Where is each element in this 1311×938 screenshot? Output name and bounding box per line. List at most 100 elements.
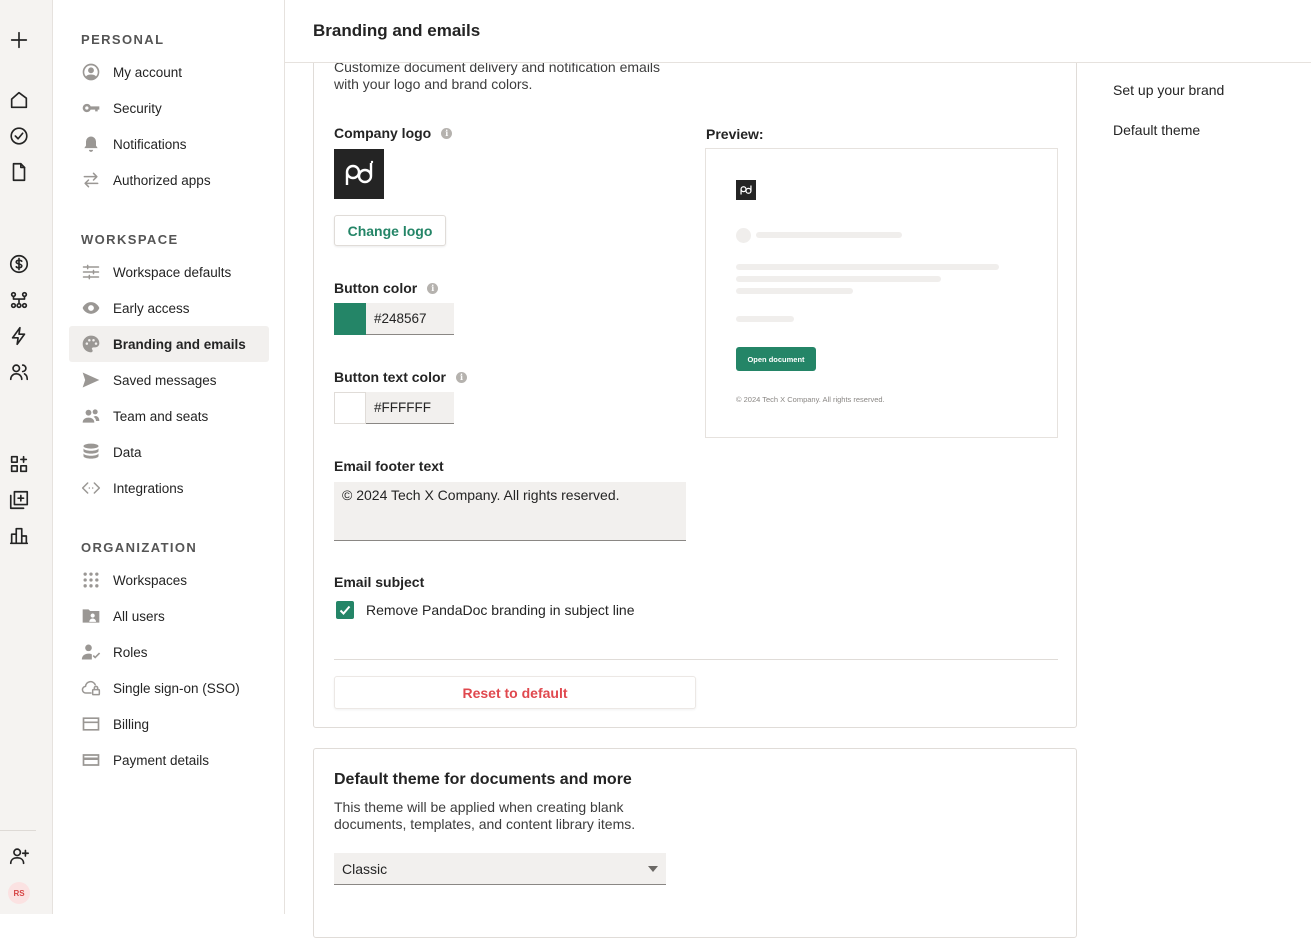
arrows-swap-icon bbox=[81, 170, 101, 190]
palette-icon bbox=[81, 334, 101, 354]
nav-item-label: Single sign-on (SSO) bbox=[113, 680, 240, 696]
app-rail: RS bbox=[0, 0, 53, 914]
email-footer-textarea[interactable]: © 2024 Tech X Company. All rights reserv… bbox=[334, 482, 686, 541]
info-icon[interactable]: i bbox=[456, 371, 467, 383]
button-text-color-swatch[interactable] bbox=[334, 392, 366, 424]
nav-item-sso[interactable]: Single sign-on (SSO) bbox=[69, 670, 269, 706]
nav-item-label: Notifications bbox=[113, 136, 187, 152]
button-text-color-label: Button text color i bbox=[334, 369, 467, 385]
rail-divider bbox=[0, 830, 36, 831]
preview-skeleton-avatar bbox=[736, 228, 751, 243]
send-icon bbox=[81, 370, 101, 390]
page-header: Branding and emails bbox=[285, 0, 1311, 63]
nav-item-label: All users bbox=[113, 608, 165, 624]
code-icon bbox=[81, 478, 101, 498]
change-logo-button[interactable]: Change logo bbox=[334, 215, 446, 246]
nav-heading-workspace: WORKSPACE bbox=[81, 232, 179, 247]
company-logo-label-text: Company logo bbox=[334, 125, 432, 141]
invoice-icon bbox=[81, 714, 101, 734]
nav-item-early-access[interactable]: Early access bbox=[69, 290, 269, 326]
pandadoc-logo-icon bbox=[345, 160, 374, 185]
nav-item-label: Branding and emails bbox=[113, 336, 246, 352]
user-circle-icon bbox=[81, 62, 101, 82]
nav-item-roles[interactable]: Roles bbox=[69, 634, 269, 670]
nav-item-workspaces[interactable]: Workspaces bbox=[69, 562, 269, 598]
reset-to-default-button[interactable]: Reset to default bbox=[334, 676, 696, 709]
theme-description: This theme will be applied when creating… bbox=[334, 799, 636, 832]
button-color-label-text: Button color bbox=[334, 280, 418, 296]
documents-icon[interactable] bbox=[8, 161, 30, 183]
nav-item-label: My account bbox=[113, 64, 183, 80]
invite-user-icon[interactable] bbox=[8, 845, 30, 867]
nav-item-my-account[interactable]: My account bbox=[69, 54, 269, 90]
nav-item-label: Data bbox=[113, 444, 142, 460]
user-check-icon bbox=[81, 642, 101, 662]
nav-item-security[interactable]: Security bbox=[69, 90, 269, 126]
nav-item-authorized-apps[interactable]: Authorized apps bbox=[69, 162, 269, 198]
preview-open-document-button: Open document bbox=[736, 347, 816, 371]
nav-item-payment-details[interactable]: Payment details bbox=[69, 742, 269, 778]
nav-item-label: Roles bbox=[113, 644, 148, 660]
remove-branding-checkbox[interactable] bbox=[336, 601, 354, 619]
preview-skeleton-line bbox=[756, 232, 902, 238]
nav-item-label: Early access bbox=[113, 300, 190, 316]
nav-item-branding-and-emails[interactable]: Branding and emails bbox=[69, 326, 269, 362]
settings-nav: PERSONAL My account Security Notificatio… bbox=[53, 0, 285, 914]
toc-link-default-theme[interactable]: Default theme bbox=[1113, 122, 1200, 138]
preview-logo bbox=[736, 180, 756, 200]
reports-icon[interactable] bbox=[8, 525, 30, 547]
preview-footer-text: © 2024 Tech X Company. All rights reserv… bbox=[736, 395, 885, 404]
nav-item-data[interactable]: Data bbox=[69, 434, 269, 470]
add-widgets-icon[interactable] bbox=[8, 453, 30, 475]
branding-description: Customize document delivery and notifica… bbox=[334, 59, 661, 92]
sliders-icon bbox=[81, 262, 101, 282]
button-color-swatch[interactable] bbox=[334, 303, 366, 335]
nav-item-label: Saved messages bbox=[113, 372, 217, 388]
nav-heading-personal: PERSONAL bbox=[81, 32, 165, 47]
contacts-icon[interactable] bbox=[8, 361, 30, 383]
create-plus-icon[interactable] bbox=[8, 29, 30, 51]
email-footer-label: Email footer text bbox=[334, 458, 444, 474]
nav-item-label: Authorized apps bbox=[113, 172, 211, 188]
nav-item-label: Payment details bbox=[113, 752, 210, 768]
email-subject-label: Email subject bbox=[334, 574, 425, 590]
toc-link-set-up-brand[interactable]: Set up your brand bbox=[1113, 82, 1224, 98]
default-theme-card: Default theme for documents and more Thi… bbox=[313, 748, 1077, 938]
nav-item-notifications[interactable]: Notifications bbox=[69, 126, 269, 162]
nav-item-label: Security bbox=[113, 100, 162, 116]
pandadoc-logo-icon bbox=[740, 185, 752, 195]
eye-icon bbox=[81, 298, 101, 318]
theme-title: Default theme for documents and more bbox=[334, 771, 632, 788]
tasks-check-icon[interactable] bbox=[8, 125, 30, 147]
preview-skeleton-line bbox=[736, 276, 941, 282]
button-text-color-input[interactable] bbox=[366, 392, 454, 424]
button-color-label: Button color i bbox=[334, 280, 439, 296]
nav-item-billing[interactable]: Billing bbox=[69, 706, 269, 742]
lightning-icon[interactable] bbox=[8, 325, 30, 347]
preview-skeleton-line bbox=[736, 316, 794, 322]
nav-item-integrations[interactable]: Integrations bbox=[69, 470, 269, 506]
nav-item-workspace-defaults[interactable]: Workspace defaults bbox=[69, 254, 269, 290]
preview-label: Preview: bbox=[706, 126, 764, 142]
bell-icon bbox=[81, 134, 101, 154]
nav-item-label: Team and seats bbox=[113, 408, 209, 424]
home-icon[interactable] bbox=[8, 89, 30, 111]
info-icon[interactable]: i bbox=[441, 127, 453, 139]
folder-user-icon bbox=[81, 606, 101, 626]
workflow-icon[interactable] bbox=[8, 289, 30, 311]
theme-select[interactable]: Classic bbox=[334, 853, 666, 885]
dollar-icon[interactable] bbox=[8, 253, 30, 275]
email-preview: Open document © 2024 Tech X Company. All… bbox=[705, 148, 1058, 438]
nav-heading-organization: ORGANIZATION bbox=[81, 540, 198, 555]
button-color-input[interactable] bbox=[366, 303, 454, 335]
info-icon[interactable]: i bbox=[427, 282, 439, 294]
cloud-lock-icon bbox=[81, 678, 101, 698]
add-template-icon[interactable] bbox=[8, 489, 30, 511]
remove-branding-label[interactable]: Remove PandaDoc branding in subject line bbox=[366, 602, 635, 618]
nav-item-saved-messages[interactable]: Saved messages bbox=[69, 362, 269, 398]
avatar[interactable]: RS bbox=[8, 882, 30, 904]
preview-skeleton-line bbox=[736, 264, 999, 270]
button-text-color-label-text: Button text color bbox=[334, 369, 446, 385]
nav-item-team-and-seats[interactable]: Team and seats bbox=[69, 398, 269, 434]
nav-item-all-users[interactable]: All users bbox=[69, 598, 269, 634]
